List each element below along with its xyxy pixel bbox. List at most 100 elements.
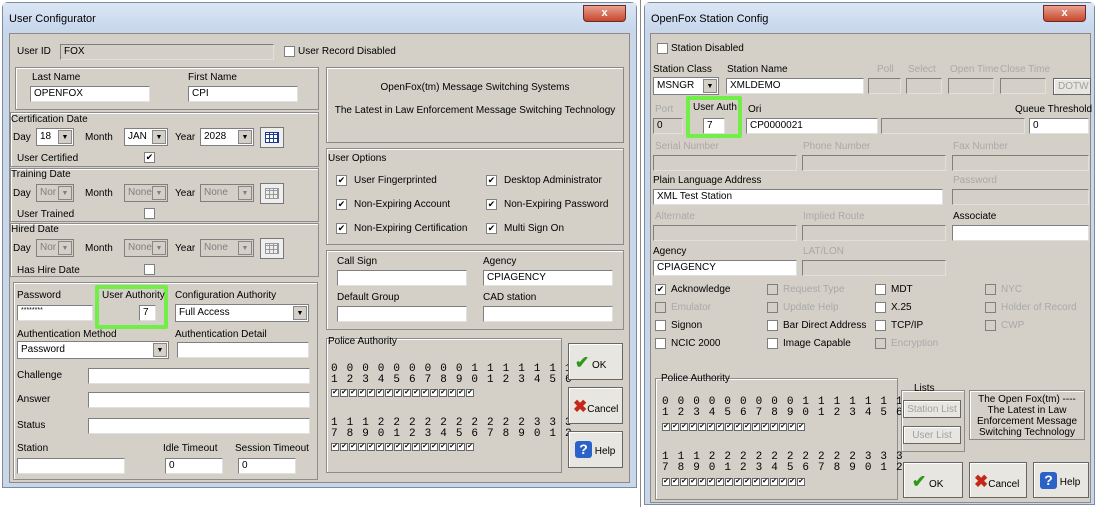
auth-method-select[interactable]: Password ▼ [17, 341, 169, 359]
police-authority-checkbox[interactable]: ✔ [662, 478, 670, 486]
police-authority-checkbox[interactable]: ✔ [680, 478, 688, 486]
police-authority-checkbox[interactable]: ✔ [457, 389, 465, 397]
police-authority-checkbox[interactable]: ✔ [466, 443, 474, 451]
police-authority-checkbox[interactable]: ✔ [448, 389, 456, 397]
cert-month-select[interactable]: JAN ▼ [124, 128, 168, 146]
fingerprinted-checkbox[interactable]: ✔ [336, 175, 347, 186]
ncic2000-checkbox[interactable] [655, 338, 666, 349]
police-authority-checkbox[interactable]: ✔ [448, 443, 456, 451]
station-list-button[interactable]: Station List [903, 400, 961, 418]
bar-direct-checkbox[interactable] [767, 320, 778, 331]
dropdown-arrow-icon[interactable]: ▼ [58, 130, 72, 144]
police-authority-checkbox[interactable]: ✔ [412, 389, 420, 397]
police-authority-checkbox[interactable]: ✔ [439, 389, 447, 397]
dropdown-arrow-icon[interactable]: ▼ [58, 186, 72, 200]
help-button[interactable]: ? Help [1033, 462, 1089, 498]
call-sign-field[interactable] [337, 270, 467, 286]
dropdown-arrow-icon[interactable]: ▼ [153, 343, 167, 357]
training-month-select[interactable]: None ▼ [124, 184, 168, 202]
police-authority-checks-1[interactable]: ✔ ✔ ✔ ✔ ✔ ✔ ✔ ✔ ✔ ✔ ✔ ✔ ✔ ✔ ✔ ✔ [331, 389, 475, 399]
police-authority-checkbox[interactable]: ✔ [707, 423, 715, 431]
police-authority-checkbox[interactable]: ✔ [707, 478, 715, 486]
pla-field[interactable]: XML Test Station [653, 189, 943, 205]
police-authority-checkbox[interactable]: ✔ [385, 389, 393, 397]
station-disabled-checkbox[interactable] [657, 43, 668, 54]
agency-field[interactable]: CPIAGENCY [483, 270, 613, 286]
police-authority-checkbox[interactable]: ✔ [761, 423, 769, 431]
police-authority-checkbox[interactable]: ✔ [403, 389, 411, 397]
police-authority-checkbox[interactable]: ✔ [797, 478, 805, 486]
police-authority-checkbox[interactable]: ✔ [725, 478, 733, 486]
police-authority-checkbox[interactable]: ✔ [770, 423, 778, 431]
police-authority-checkbox[interactable]: ✔ [761, 478, 769, 486]
dropdown-arrow-icon[interactable]: ▼ [238, 241, 252, 255]
police-authority-checkbox[interactable]: ✔ [788, 423, 796, 431]
police-authority-checkbox[interactable]: ✔ [779, 423, 787, 431]
police-authority-checkbox[interactable]: ✔ [662, 423, 670, 431]
dropdown-arrow-icon[interactable]: ▼ [703, 79, 717, 93]
dropdown-arrow-icon[interactable]: ▼ [152, 130, 166, 144]
has-hire-date-checkbox[interactable] [144, 264, 155, 275]
first-name-field[interactable]: CPI [188, 86, 298, 102]
tcpip-checkbox[interactable] [875, 320, 886, 331]
station-class-select[interactable]: MSNGR ▼ [653, 77, 719, 95]
answer-field[interactable] [88, 392, 310, 408]
session-timeout-field[interactable]: 0 [238, 458, 296, 474]
police-authority-checkbox[interactable]: ✔ [716, 423, 724, 431]
police-authority-checkbox[interactable]: ✔ [788, 478, 796, 486]
user-list-button[interactable]: User List [903, 426, 961, 444]
nonexp-account-checkbox[interactable]: ✔ [336, 199, 347, 210]
police-authority-checkbox[interactable]: ✔ [403, 443, 411, 451]
police-authority-checkbox[interactable]: ✔ [340, 389, 348, 397]
cancel-button[interactable]: ✖Cancel [568, 387, 623, 424]
hired-year-select[interactable]: None ▼ [200, 239, 254, 257]
police-authority-checkbox[interactable]: ✔ [671, 478, 679, 486]
agency-field[interactable]: CPIAGENCY [653, 260, 797, 276]
idle-timeout-field[interactable]: 0 [165, 458, 223, 474]
close-button[interactable]: x [583, 5, 626, 22]
police-authority-checkbox[interactable]: ✔ [797, 423, 805, 431]
police-authority-checkbox[interactable]: ✔ [358, 389, 366, 397]
user-id-field[interactable]: FOX [60, 44, 274, 60]
dropdown-arrow-icon[interactable]: ▼ [238, 186, 252, 200]
challenge-field[interactable] [88, 368, 310, 384]
police-authority-checkbox[interactable]: ✔ [376, 443, 384, 451]
police-authority-checks-2[interactable]: ✔ ✔ ✔ ✔ ✔ ✔ ✔ ✔ ✔ ✔ ✔ ✔ ✔ ✔ ✔ ✔ [662, 478, 806, 488]
calendar-icon[interactable] [260, 127, 284, 148]
close-button[interactable]: x [1043, 5, 1086, 22]
police-authority-checkbox[interactable]: ✔ [689, 423, 697, 431]
user-trained-checkbox[interactable] [144, 208, 155, 219]
dropdown-arrow-icon[interactable]: ▼ [293, 306, 307, 320]
police-authority-checkbox[interactable]: ✔ [421, 443, 429, 451]
training-year-select[interactable]: None ▼ [200, 184, 254, 202]
station-field[interactable] [17, 458, 125, 474]
x25-checkbox[interactable] [875, 302, 886, 313]
police-authority-checkbox[interactable]: ✔ [367, 389, 375, 397]
police-authority-checkbox[interactable]: ✔ [394, 443, 402, 451]
police-authority-checkbox[interactable]: ✔ [743, 423, 751, 431]
calendar-icon[interactable] [260, 238, 284, 259]
station-name-field[interactable]: XMLDEMO [726, 78, 864, 94]
user-certified-checkbox[interactable]: ✔ [144, 152, 155, 163]
police-authority-checkbox[interactable]: ✔ [680, 423, 688, 431]
dropdown-arrow-icon[interactable]: ▼ [58, 241, 72, 255]
police-authority-checkbox[interactable]: ✔ [734, 423, 742, 431]
police-authority-checkbox[interactable]: ✔ [385, 443, 393, 451]
police-authority-checkbox[interactable]: ✔ [412, 443, 420, 451]
nonexp-cert-checkbox[interactable]: ✔ [336, 223, 347, 234]
police-authority-checkbox[interactable]: ✔ [430, 389, 438, 397]
police-authority-checkbox[interactable]: ✔ [358, 443, 366, 451]
desktop-admin-checkbox[interactable]: ✔ [486, 175, 497, 186]
ok-button[interactable]: ✔ OK [903, 462, 963, 498]
police-authority-checkbox[interactable]: ✔ [752, 478, 760, 486]
cad-station-field[interactable] [483, 306, 613, 322]
police-authority-checkbox[interactable]: ✔ [331, 389, 339, 397]
police-authority-checkbox[interactable]: ✔ [689, 478, 697, 486]
dropdown-arrow-icon[interactable]: ▼ [152, 186, 166, 200]
police-authority-checkbox[interactable]: ✔ [430, 443, 438, 451]
nonexp-password-checkbox[interactable]: ✔ [486, 199, 497, 210]
police-authority-checkbox[interactable]: ✔ [716, 478, 724, 486]
help-button[interactable]: ? Help [568, 431, 623, 468]
dotw-button[interactable]: DOTW [1053, 78, 1091, 95]
password-field[interactable]: ******** [17, 305, 93, 321]
